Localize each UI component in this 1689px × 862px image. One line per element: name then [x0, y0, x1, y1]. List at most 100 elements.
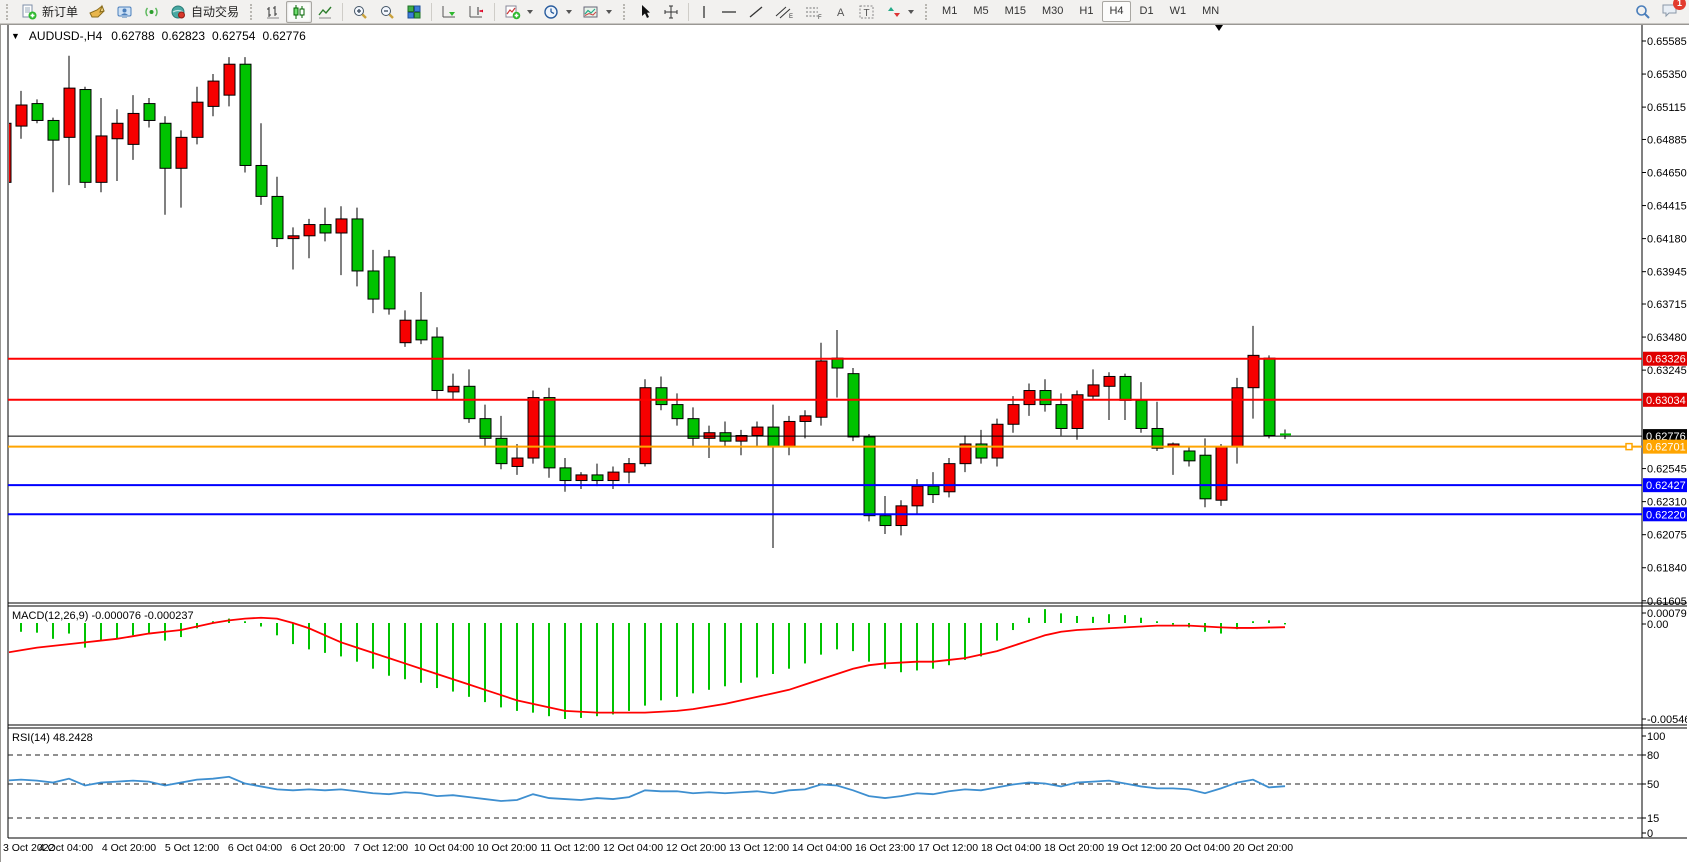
- candle-body: [128, 113, 139, 144]
- svg-text:T: T: [864, 8, 870, 19]
- toolbar-grip[interactable]: [6, 4, 12, 20]
- candle-body: [752, 427, 763, 435]
- crosshair-tool-button[interactable]: [658, 1, 684, 23]
- candle-body: [16, 105, 27, 126]
- price-tick-label: 0.65350: [1647, 69, 1687, 81]
- chart-window-button[interactable]: [83, 1, 111, 23]
- order-line-handle[interactable]: [1626, 444, 1632, 450]
- price-tick-label: 0.65115: [1647, 102, 1686, 114]
- chart-title: ▼ AUDUSD-,H4 0.62788 0.62823 0.62754 0.6…: [11, 29, 306, 43]
- candle-body: [704, 433, 715, 439]
- candle-body: [720, 433, 731, 441]
- time-axis-label: 19 Oct 12:00: [1107, 842, 1167, 854]
- community-button[interactable]: [111, 1, 138, 23]
- signals-button[interactable]: [138, 1, 165, 23]
- auto-scroll-button[interactable]: [436, 1, 463, 23]
- high-value: 0.62823: [162, 29, 205, 43]
- candle-body: [544, 398, 555, 468]
- indicators-icon: [504, 4, 521, 20]
- arrow-objects-icon: [886, 4, 902, 20]
- candle-body: [688, 419, 699, 439]
- candle-body: [1088, 385, 1099, 396]
- candle-body: [176, 137, 187, 168]
- tile-windows-button[interactable]: [401, 1, 427, 23]
- cursor-icon: [638, 4, 653, 20]
- candle-body: [368, 271, 379, 299]
- candle-body: [1136, 400, 1147, 428]
- macd-label: MACD(12,26,9) -0.000076 -0.000237: [12, 610, 194, 622]
- main-toolbar: 新订单: [0, 0, 1689, 24]
- auto-trading-button[interactable]: 自动交易: [165, 1, 244, 23]
- trendline-icon: [748, 4, 764, 20]
- candle-body: [448, 386, 459, 392]
- price-badge-label: 0.62701: [1646, 442, 1686, 454]
- templates-button[interactable]: [577, 1, 617, 23]
- price-tick-label: 0.65585: [1647, 36, 1687, 48]
- indicators-button[interactable]: [499, 1, 538, 23]
- price-tick-label: 0.63245: [1647, 365, 1687, 377]
- rsi-line: [5, 777, 1285, 801]
- candle-body: [912, 486, 923, 506]
- candle-body: [272, 196, 283, 238]
- zoom-in-button[interactable]: [347, 1, 374, 23]
- zoom-in-icon: [352, 4, 369, 20]
- candlestick-mode-button[interactable]: [286, 1, 312, 23]
- candle-body: [768, 427, 779, 447]
- candle-body: [416, 320, 427, 340]
- price-badge-label: 0.62220: [1646, 509, 1686, 521]
- channel-tool-button[interactable]: E: [769, 1, 799, 23]
- timeframe-w1[interactable]: W1: [1163, 1, 1194, 22]
- line-chart-mode-button[interactable]: [312, 1, 338, 23]
- dropdown-caret: [527, 10, 533, 14]
- timeframe-m30[interactable]: M30: [1035, 1, 1070, 22]
- cursor-tool-button[interactable]: [633, 1, 658, 23]
- bar-chart-mode-button[interactable]: [260, 1, 286, 23]
- close-value: 0.62776: [262, 29, 305, 43]
- trendline-tool-button[interactable]: [743, 1, 769, 23]
- zoom-out-button[interactable]: [374, 1, 401, 23]
- timeframe-h1[interactable]: H1: [1072, 1, 1100, 22]
- chart-shift-button[interactable]: [463, 1, 490, 23]
- toolbar-grip[interactable]: [250, 4, 256, 20]
- community-icon: [116, 4, 133, 20]
- vertical-line-tool-button[interactable]: [693, 1, 715, 23]
- arrows-tool-button[interactable]: [881, 1, 919, 23]
- toolbar-grip[interactable]: [623, 4, 629, 20]
- text-label-tool-button[interactable]: T: [853, 1, 881, 23]
- horizontal-line-tool-button[interactable]: [715, 1, 743, 23]
- candle-body: [1184, 451, 1195, 461]
- candle-body: [1040, 391, 1051, 405]
- rsi-label: RSI(14) 48.2428: [12, 732, 93, 744]
- periods-button[interactable]: [538, 1, 577, 23]
- price-badge-label: 0.63326: [1646, 354, 1686, 366]
- timeframe-m1[interactable]: M1: [935, 1, 964, 22]
- text-tool-button[interactable]: A: [829, 1, 853, 23]
- open-value: 0.62788: [111, 29, 154, 43]
- timeframe-h4[interactable]: H4: [1102, 1, 1130, 22]
- candle-body: [400, 320, 411, 343]
- candle-body: [608, 472, 619, 480]
- candle-body: [304, 225, 315, 236]
- timeframe-mn[interactable]: MN: [1195, 1, 1226, 22]
- bar-chart-icon: [265, 4, 281, 20]
- time-axis-label: 17 Oct 12:00: [918, 842, 978, 854]
- candle-body: [32, 104, 43, 121]
- timeframe-m15[interactable]: M15: [998, 1, 1033, 22]
- search-icon[interactable]: [1635, 4, 1651, 20]
- time-axis-label: 5 Oct 12:00: [165, 842, 219, 854]
- price-tick-label: 0.64885: [1647, 134, 1687, 146]
- candle-body: [1104, 376, 1115, 386]
- timeframe-d1[interactable]: D1: [1133, 1, 1161, 22]
- time-axis-label: 10 Oct 04:00: [414, 842, 474, 854]
- notifications-button[interactable]: 1: [1661, 2, 1679, 21]
- chevron-down-icon[interactable]: ▼: [11, 31, 20, 41]
- new-order-button[interactable]: 新订单: [16, 1, 83, 23]
- time-axis-label: 13 Oct 12:00: [729, 842, 789, 854]
- candlestick-icon: [291, 4, 307, 20]
- candle-body: [144, 104, 155, 121]
- price-badge-label: 0.62427: [1646, 480, 1686, 492]
- toolbar-grip[interactable]: [925, 4, 931, 20]
- price-tick-label: 0.63945: [1647, 267, 1687, 279]
- fibonacci-tool-button[interactable]: F: [799, 1, 829, 23]
- timeframe-m5[interactable]: M5: [966, 1, 995, 22]
